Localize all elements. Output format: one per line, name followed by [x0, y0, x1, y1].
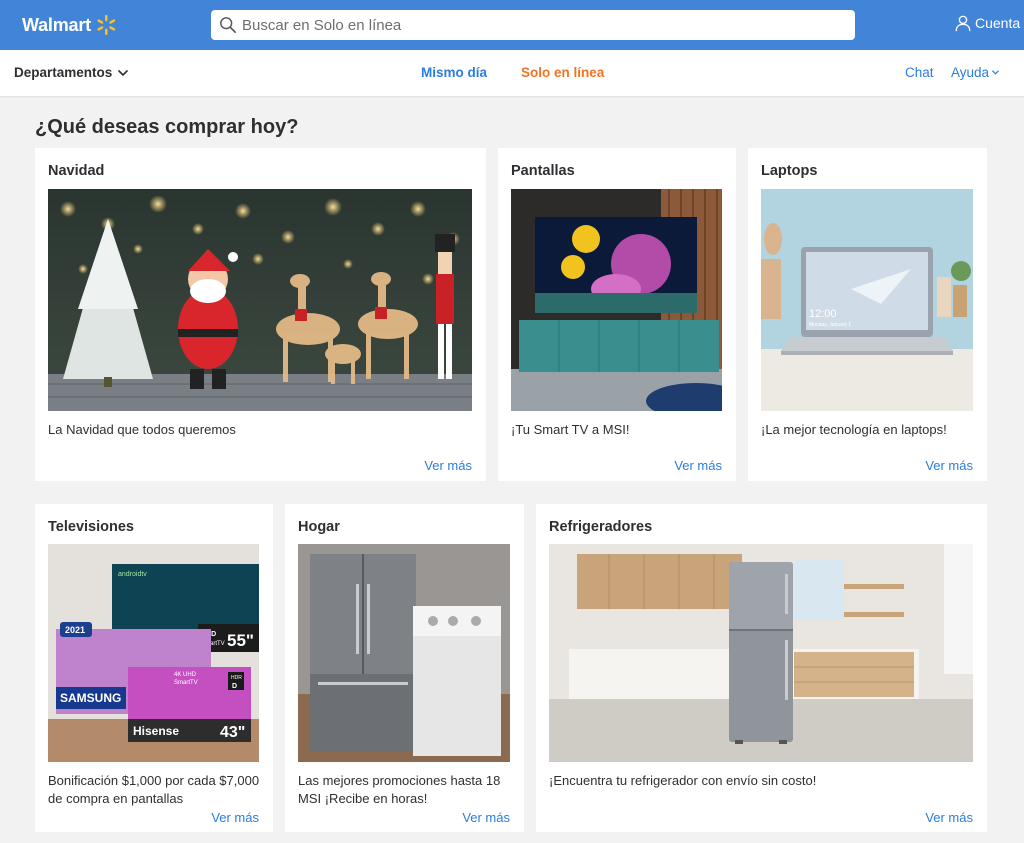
account-label: Cuenta: [975, 15, 1021, 31]
hisense-brand: Hisense: [133, 724, 179, 738]
category-card-hogar[interactable]: Hogar Las mejores promociones hasta 18 M…: [285, 504, 524, 832]
page-title: ¿Qué deseas comprar hoy?: [35, 116, 299, 138]
android-tv-label: androidtv: [118, 571, 147, 578]
ver-mas-link[interactable]: Ver más: [424, 458, 472, 473]
pantallas-image[interactable]: [511, 189, 722, 411]
ayuda-label: Ayuda: [951, 65, 990, 80]
card-title: Hogar: [298, 519, 340, 535]
chevron-down-icon: [118, 69, 129, 76]
spark-icon: [97, 14, 116, 36]
size-55-label: 55": [227, 631, 254, 650]
ver-mas-link[interactable]: Ver más: [462, 810, 510, 825]
card-title: Navidad: [48, 163, 105, 179]
top-header: Walmart Cuenta: [0, 0, 1024, 50]
departments-label: Departamentos: [14, 65, 113, 80]
size-43-label: 43": [220, 724, 245, 741]
account-button[interactable]: Cuenta: [954, 14, 1020, 32]
hdr-label: HDR: [231, 675, 242, 681]
departments-menu[interactable]: Departamentos: [14, 65, 129, 80]
card-title: Televisiones: [48, 519, 134, 535]
dolby-label: D: [232, 683, 237, 690]
secondary-nav: Departamentos Mismo día Solo en línea Ch…: [0, 50, 1024, 96]
search-icon[interactable]: [219, 16, 237, 34]
card-description: ¡La mejor tecnología en laptops!: [761, 422, 947, 437]
refrigeradores-image[interactable]: [549, 544, 973, 762]
nav-solo-en-linea[interactable]: Solo en línea: [521, 65, 604, 80]
category-card-pantallas[interactable]: Pantallas ¡Tu Smart TV a MSI! Ver más: [498, 148, 736, 481]
card-title: Refrigeradores: [549, 519, 653, 535]
card-title: Laptops: [761, 163, 818, 179]
hisense-4k: 4K UHD: [174, 672, 197, 678]
nav-mismo-dia[interactable]: Mismo día: [421, 65, 487, 80]
search-input[interactable]: [242, 12, 842, 38]
ver-mas-link[interactable]: Ver más: [925, 458, 973, 473]
walmart-logo[interactable]: Walmart: [22, 13, 117, 37]
year-badge: 2021: [65, 625, 85, 635]
televisiones-image[interactable]: androidtv UHD SmartTV 55" 2021 SAMSUNG 4…: [48, 544, 259, 762]
card-description: ¡Encuentra tu refrigerador con envío sin…: [549, 773, 817, 788]
ver-mas-link[interactable]: Ver más: [925, 810, 973, 825]
hisense-smarttv: SmartTV: [174, 680, 198, 686]
category-card-laptops[interactable]: Laptops 12:00 Monday, January 1 ¡La mejo…: [748, 148, 987, 481]
search-bar[interactable]: [211, 10, 855, 40]
navidad-image[interactable]: [48, 189, 472, 411]
ver-mas-link[interactable]: Ver más: [674, 458, 722, 473]
laptop-date: Monday, January 1: [809, 322, 851, 328]
card-title: Pantallas: [511, 163, 575, 179]
laptop-time: 12:00: [809, 308, 837, 320]
category-card-navidad[interactable]: Navidad La Navidad que todos queremos Ve…: [35, 148, 486, 481]
user-icon: [955, 15, 971, 32]
card-description: Bonificación $1,000 por cada $7,000 de c…: [48, 773, 260, 806]
card-description: ¡Tu Smart TV a MSI!: [511, 422, 630, 437]
ver-mas-link[interactable]: Ver más: [211, 810, 259, 825]
nav-chat[interactable]: Chat: [905, 65, 934, 80]
nav-ayuda[interactable]: Ayuda: [951, 65, 1000, 80]
logo-text: Walmart: [22, 14, 91, 35]
card-description: Las mejores promociones hasta 18 MSI ¡Re…: [298, 773, 501, 806]
category-card-televisiones[interactable]: Televisiones androidtv UHD SmartTV 55" 2…: [35, 504, 273, 832]
samsung-brand: SAMSUNG: [60, 691, 121, 705]
chevron-down-icon: [991, 70, 1000, 75]
laptops-image[interactable]: 12:00 Monday, January 1: [761, 189, 973, 411]
category-card-refrigeradores[interactable]: Refrigeradores ¡Encuentra tu refrigerado…: [536, 504, 987, 832]
hogar-image[interactable]: [298, 544, 510, 762]
card-description: La Navidad que todos queremos: [48, 422, 236, 437]
